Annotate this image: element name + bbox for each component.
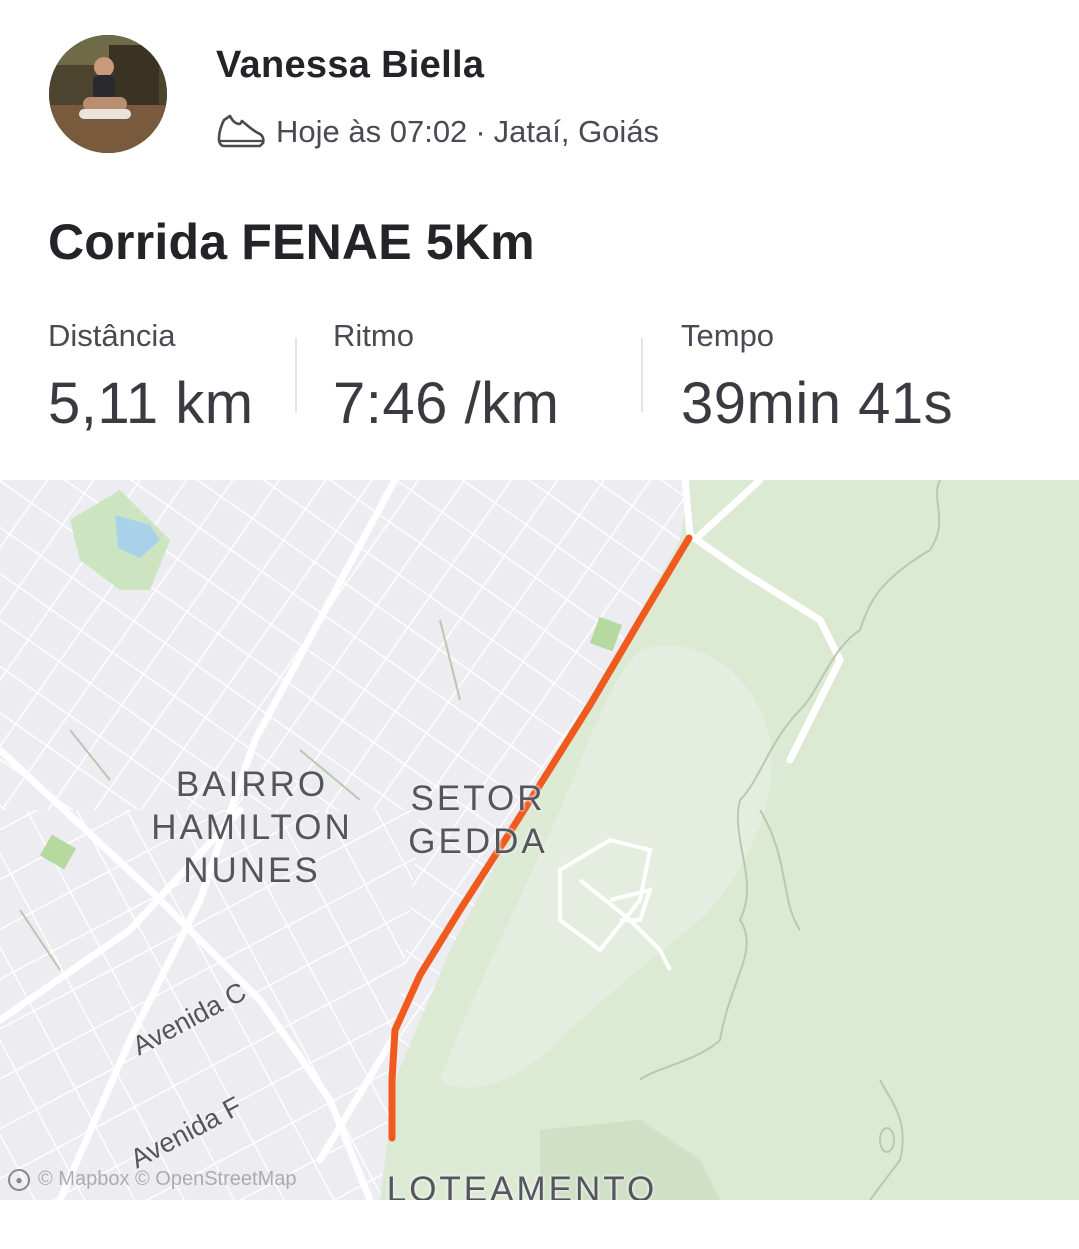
stat-divider: [295, 338, 297, 412]
athlete-avatar[interactable]: [49, 35, 167, 153]
area-label: BAIRRO HAMILTON NUNES: [151, 765, 353, 890]
activity-meta: Hoje às 07:02 · Jataí, Goiás: [216, 110, 659, 154]
area-label: LOTEAMENTO: [386, 1170, 658, 1200]
activity-time: Hoje às 07:02: [276, 114, 468, 149]
activity-location: Jataí, Goiás: [493, 114, 660, 149]
map-area-label-bairro: BAIRRO HAMILTON NUNES: [147, 763, 357, 892]
stat-value: 5,11 km: [48, 371, 254, 436]
activity-title[interactable]: Corrida FENAE 5Km: [48, 213, 535, 271]
route-map[interactable]: BAIRRO HAMILTON NUNES SETOR GEDDA LOTEAM…: [0, 480, 1079, 1200]
stat-distance: Distância 5,11 km: [48, 318, 254, 437]
stat-time: Tempo 39min 41s: [681, 318, 953, 437]
stat-label: Distância: [48, 318, 176, 353]
athlete-name[interactable]: Vanessa Biella: [216, 44, 484, 87]
profile-photo-icon: [49, 35, 167, 153]
map-area-label-setor: SETOR GEDDA: [403, 777, 553, 863]
stat-value: 39min 41s: [681, 371, 954, 436]
stat-divider: [641, 338, 643, 412]
meta-separator: ·: [475, 114, 486, 149]
map-attribution[interactable]: ● © Mapbox © OpenStreetMap: [8, 1168, 297, 1191]
mapbox-logo-icon[interactable]: ●: [8, 1168, 30, 1191]
attribution-text[interactable]: © Mapbox © OpenStreetMap: [38, 1168, 297, 1191]
stat-value: 7:46 /km: [333, 371, 560, 436]
activity-header: Vanessa Biella Hoje às 07:02 · Jataí, Go…: [0, 0, 1079, 180]
stat-pace: Ritmo 7:46 /km: [333, 318, 559, 437]
running-shoe-icon: [216, 112, 266, 152]
stat-label: Tempo: [681, 318, 775, 353]
area-label: SETOR GEDDA: [408, 779, 548, 861]
stat-label: Ritmo: [333, 318, 414, 353]
map-area-label-loteamento: LOTEAMENTO: [382, 1168, 662, 1200]
